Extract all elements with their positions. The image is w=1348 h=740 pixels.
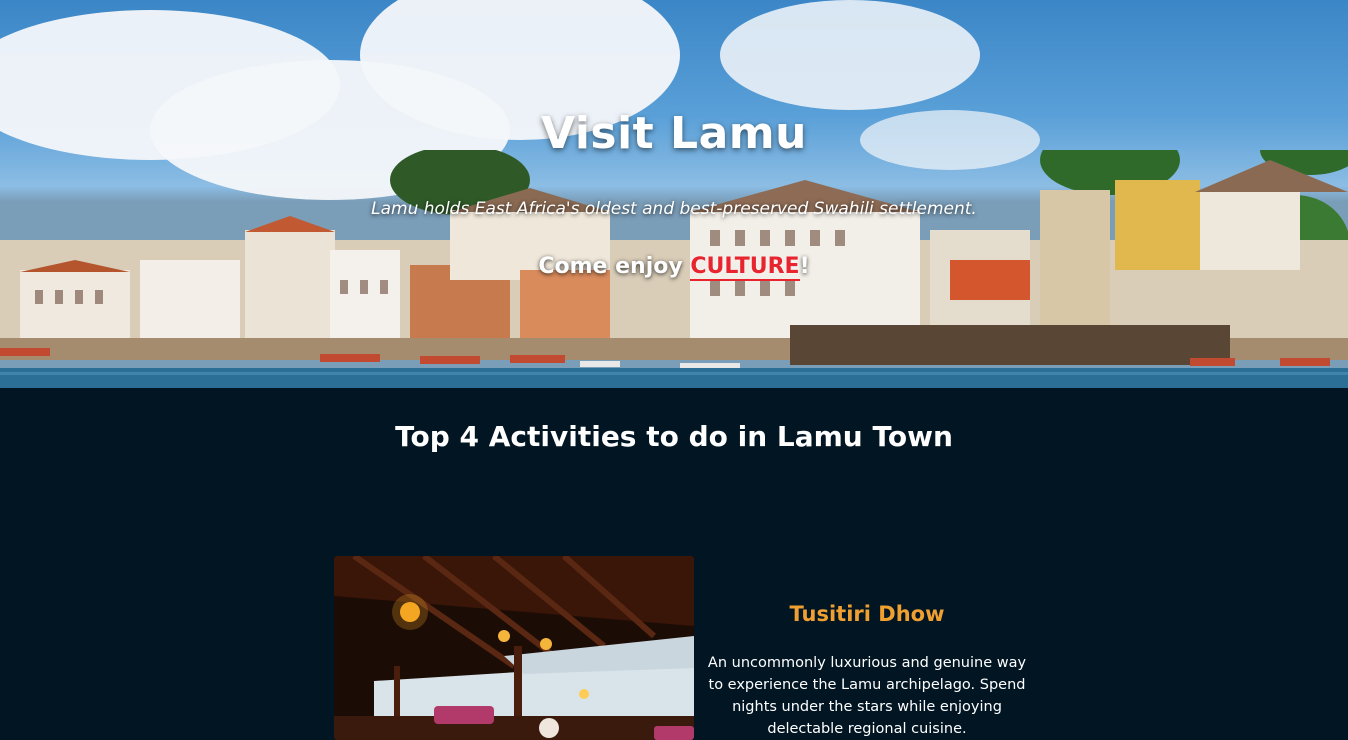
hero-title: Visit Lamu [541, 108, 807, 159]
dhow-interior-photo [334, 556, 694, 740]
hero-banner: Visit Lamu Lamu holds East Africa's olde… [0, 0, 1348, 388]
cta-prefix: Come enjoy [538, 254, 691, 279]
hero-cta: Come enjoy CULTURE! [0, 254, 1348, 281]
activity-description: An uncommonly luxurious and genuine way … [707, 655, 1027, 737]
dhow-interior-illustration [334, 556, 694, 740]
activities-heading: Top 4 Activities to do in Lamu Town [395, 420, 953, 453]
hero-subtitle: Lamu holds East Africa's oldest and best… [371, 199, 977, 219]
cta-accent-link[interactable]: CULTURE [690, 254, 800, 281]
cta-suffix: ! [799, 254, 810, 279]
activity-title: Tusitiri Dhow [789, 602, 945, 626]
